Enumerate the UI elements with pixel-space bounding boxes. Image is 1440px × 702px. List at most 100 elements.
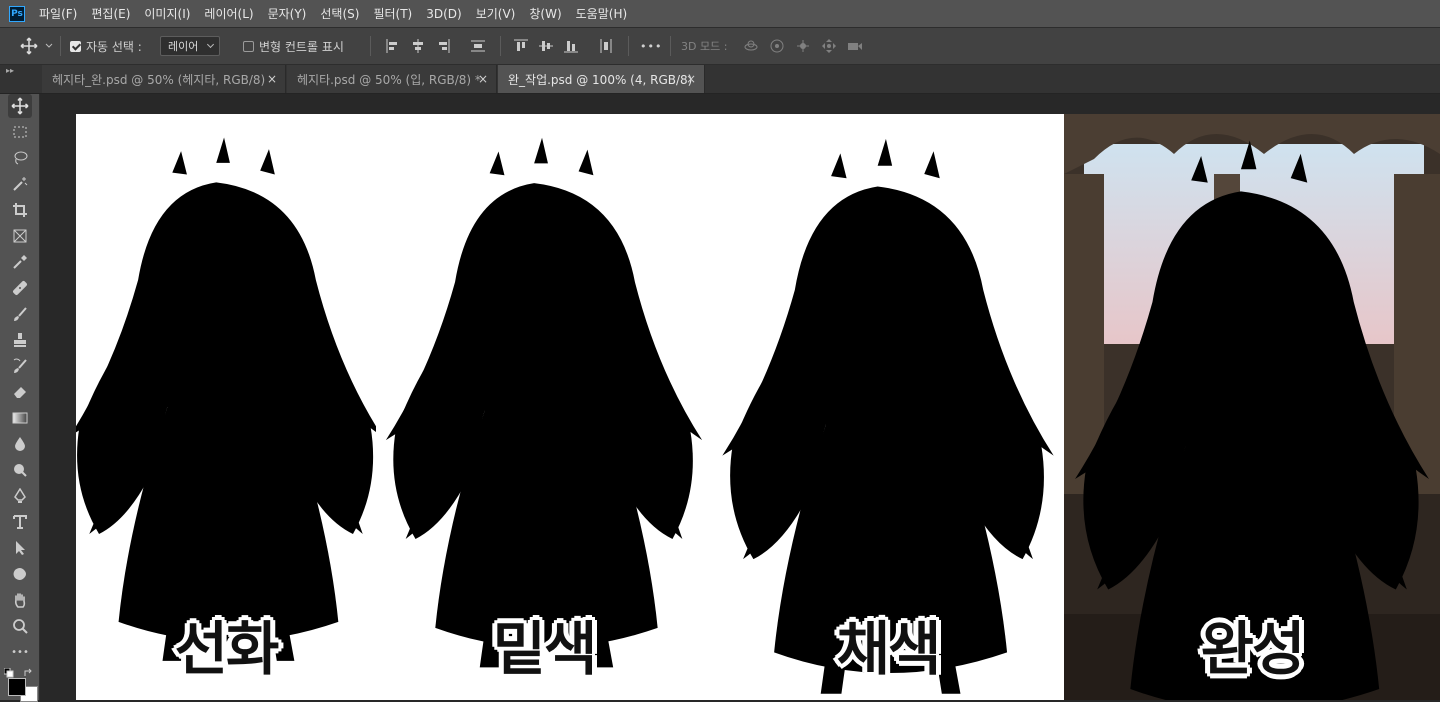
stage-panel-flat: .p2 .hair { fill:#dfe6f0; stroke:#333; s… xyxy=(376,114,712,700)
pen-icon xyxy=(14,488,26,503)
move-icon xyxy=(20,37,38,55)
menu-view[interactable]: 보기(V) xyxy=(476,5,516,22)
divider xyxy=(370,36,371,56)
foreground-color-swatch[interactable] xyxy=(8,678,26,696)
auto-select-target-select[interactable]: 레이어 xyxy=(160,36,220,56)
arrow-cursor-icon xyxy=(16,541,25,555)
hand-icon xyxy=(14,593,26,608)
type-icon xyxy=(13,515,27,529)
document-tab-label: 헤지타_완.psd @ 50% (헤지타, RGB/8) xyxy=(52,72,266,87)
blur-tool[interactable] xyxy=(8,432,32,456)
frame-tool[interactable] xyxy=(8,224,32,248)
gradient-tool[interactable] xyxy=(8,406,32,430)
chevron-down-icon xyxy=(45,43,53,48)
distribute-icon[interactable] xyxy=(470,38,486,54)
magic-wand-tool[interactable] xyxy=(8,172,32,196)
3d-orbit-icon[interactable] xyxy=(743,38,759,54)
align-right-icon[interactable] xyxy=(435,38,451,54)
auto-select-checkbox[interactable] xyxy=(70,40,81,52)
gradient-icon xyxy=(12,412,28,424)
default-colors-icon[interactable] xyxy=(4,668,14,678)
swap-colors-icon[interactable] xyxy=(24,668,34,678)
zoom-tool[interactable] xyxy=(8,614,32,638)
move-tool-preset[interactable] xyxy=(20,28,54,64)
align-center-horizontal-icon[interactable] xyxy=(410,38,426,54)
dodge-tool[interactable] xyxy=(8,458,32,482)
stage-panel-shaded: .p3 .hair { fill:url(#hairShade); stroke… xyxy=(712,114,1064,700)
move-tool-icon xyxy=(11,97,29,115)
clone-stamp-tool[interactable] xyxy=(8,328,32,352)
divider xyxy=(60,36,61,56)
menu-3d[interactable]: 3D(D) xyxy=(426,7,461,21)
close-tab-icon[interactable]: × xyxy=(267,72,277,86)
color-swatches[interactable] xyxy=(4,668,38,702)
pen-tool[interactable] xyxy=(8,484,32,508)
drop-icon xyxy=(15,437,25,451)
eyedropper-tool[interactable] xyxy=(8,250,32,274)
divider xyxy=(670,36,671,56)
bandage-icon xyxy=(13,281,27,295)
close-tab-icon[interactable]: × xyxy=(478,72,488,86)
move-tool[interactable] xyxy=(8,94,32,118)
crop-tool[interactable] xyxy=(8,198,32,222)
frame-icon xyxy=(13,229,27,243)
document-tab-1[interactable]: 헤지타_완.psd @ 50% (헤지타, RGB/8) × xyxy=(42,65,286,93)
menu-bar: Ps 파일(F) 편집(E) 이미지(I) 레이어(L) 문자(Y) 선택(S)… xyxy=(0,0,1440,27)
divider xyxy=(500,36,501,56)
eraser-tool[interactable] xyxy=(8,380,32,404)
history-brush-tool[interactable] xyxy=(8,354,32,378)
align-bottom-icon[interactable] xyxy=(563,38,579,54)
brush-icon xyxy=(14,307,27,321)
transform-controls-checkbox[interactable] xyxy=(243,40,254,52)
lasso-tool[interactable] xyxy=(8,146,32,170)
menu-edit[interactable]: 편집(E) xyxy=(91,5,130,22)
collapse-panels-icon[interactable]: ▸▸ xyxy=(6,66,14,75)
document-tab-label: 완_작업.psd @ 100% (4, RGB/8) xyxy=(508,72,693,87)
document-tab-3-active[interactable]: 완_작업.psd @ 100% (4, RGB/8) × xyxy=(498,65,705,93)
type-tool[interactable] xyxy=(8,510,32,534)
brush-tool[interactable] xyxy=(8,302,32,326)
more-options-button[interactable]: ••• xyxy=(640,28,662,64)
custom-shape-icon xyxy=(13,568,26,580)
path-selection-tool[interactable] xyxy=(8,536,32,560)
menu-image[interactable]: 이미지(I) xyxy=(144,5,190,22)
auto-select-option[interactable]: 자동 선택 : xyxy=(70,28,142,64)
distribute-vertical-icon[interactable] xyxy=(598,38,614,54)
menu-file[interactable]: 파일(F) xyxy=(39,5,77,22)
photoshop-logo-icon[interactable]: Ps xyxy=(9,5,25,22)
options-bar: 자동 선택 : 레이어 변형 컨트롤 표시 ••• 3D 모드 : xyxy=(0,27,1440,65)
shape-tool[interactable] xyxy=(8,562,32,586)
more-tools-button[interactable]: ••• xyxy=(8,640,32,664)
hand-tool[interactable] xyxy=(8,588,32,612)
stage-panel-final: .p4 .hair { fill:url(#hairShade2); strok… xyxy=(1064,114,1440,700)
stamp-icon xyxy=(14,333,26,347)
auto-select-label: 자동 선택 : xyxy=(86,39,142,54)
transform-controls-label: 변형 컨트롤 표시 xyxy=(259,39,344,54)
history-brush-icon xyxy=(13,358,27,373)
eraser-icon xyxy=(14,387,26,398)
document-canvas-area[interactable]: .p1 .hair,.p1 .sleeve,.p1 .skirt,.p1 .bo… xyxy=(40,94,1440,700)
marquee-icon xyxy=(13,126,27,138)
menu-layer[interactable]: 레이어(L) xyxy=(204,5,253,22)
close-tab-icon[interactable]: × xyxy=(686,72,696,86)
3d-camera-icon[interactable] xyxy=(847,38,863,54)
document-tab-label: 헤지타.psd @ 50% (입, RGB/8) * xyxy=(297,72,481,87)
3d-drag-icon[interactable] xyxy=(795,38,811,54)
align-left-icon[interactable] xyxy=(385,38,401,54)
menu-window[interactable]: 창(W) xyxy=(529,5,561,22)
tools-panel: ••• xyxy=(0,94,40,702)
menu-filter[interactable]: 필터(T) xyxy=(373,5,412,22)
document-tab-2[interactable]: 헤지타.psd @ 50% (입, RGB/8) * × xyxy=(287,65,497,93)
menu-type[interactable]: 문자(Y) xyxy=(268,5,307,22)
3d-roll-icon[interactable] xyxy=(769,38,785,54)
3d-slide-icon[interactable] xyxy=(821,38,837,54)
healing-brush-tool[interactable] xyxy=(8,276,32,300)
crop-icon xyxy=(13,203,27,217)
menu-select[interactable]: 선택(S) xyxy=(320,5,359,22)
menu-help[interactable]: 도움말(H) xyxy=(576,5,628,22)
align-middle-icon[interactable] xyxy=(538,38,554,54)
align-top-icon[interactable] xyxy=(513,38,529,54)
marquee-tool[interactable] xyxy=(8,120,32,144)
stage-panel-lineart: .p1 .hair,.p1 .sleeve,.p1 .skirt,.p1 .bo… xyxy=(76,114,376,700)
transform-controls-option[interactable]: 변형 컨트롤 표시 xyxy=(243,28,344,64)
